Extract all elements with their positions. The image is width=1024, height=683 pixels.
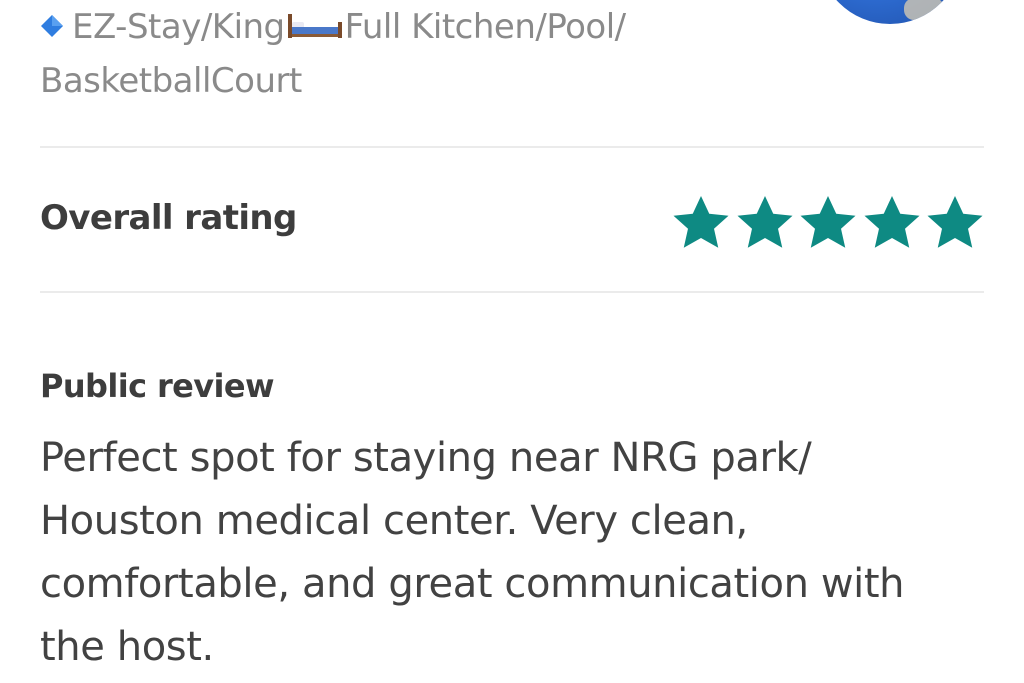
review-page: EZ-Stay/King Full Kitchen/Pool/ Basketba… <box>0 0 1024 683</box>
star-icon <box>673 196 729 248</box>
star-icon <box>864 196 919 248</box>
review-line: Perfect spot for staying near NRG park/ <box>40 435 812 481</box>
listing-title: EZ-Stay/King Full Kitchen/Pool/ Basketba… <box>40 0 800 108</box>
star-icon <box>737 196 792 248</box>
listing-title-line-1: EZ-Stay/King Full Kitchen/Pool/ <box>40 0 800 54</box>
listing-title-text-a: EZ-Stay/King <box>72 7 285 47</box>
avatar-photo-detail <box>904 0 944 20</box>
blue-diamond-icon <box>41 14 63 37</box>
public-review-heading: Public review <box>40 367 275 405</box>
review-line: the host. <box>40 624 214 670</box>
review-line: comfortable, and great communication wit… <box>40 561 905 607</box>
star-icon <box>800 196 856 248</box>
listing-title-line-2: BasketballCourt <box>40 61 302 101</box>
public-review-text: Perfect spot for staying near NRG park/H… <box>40 427 1000 679</box>
listing-title-text-b: Full Kitchen/Pool/ <box>344 7 626 47</box>
star-rating <box>671 193 985 253</box>
bed-icon <box>287 13 342 38</box>
divider-middle <box>40 291 984 293</box>
host-avatar[interactable] <box>818 0 962 24</box>
review-line: Houston medical center. Very clean, <box>40 498 748 544</box>
star-icon <box>927 196 983 248</box>
divider-top <box>40 146 984 148</box>
overall-rating-label: Overall rating <box>40 198 297 238</box>
